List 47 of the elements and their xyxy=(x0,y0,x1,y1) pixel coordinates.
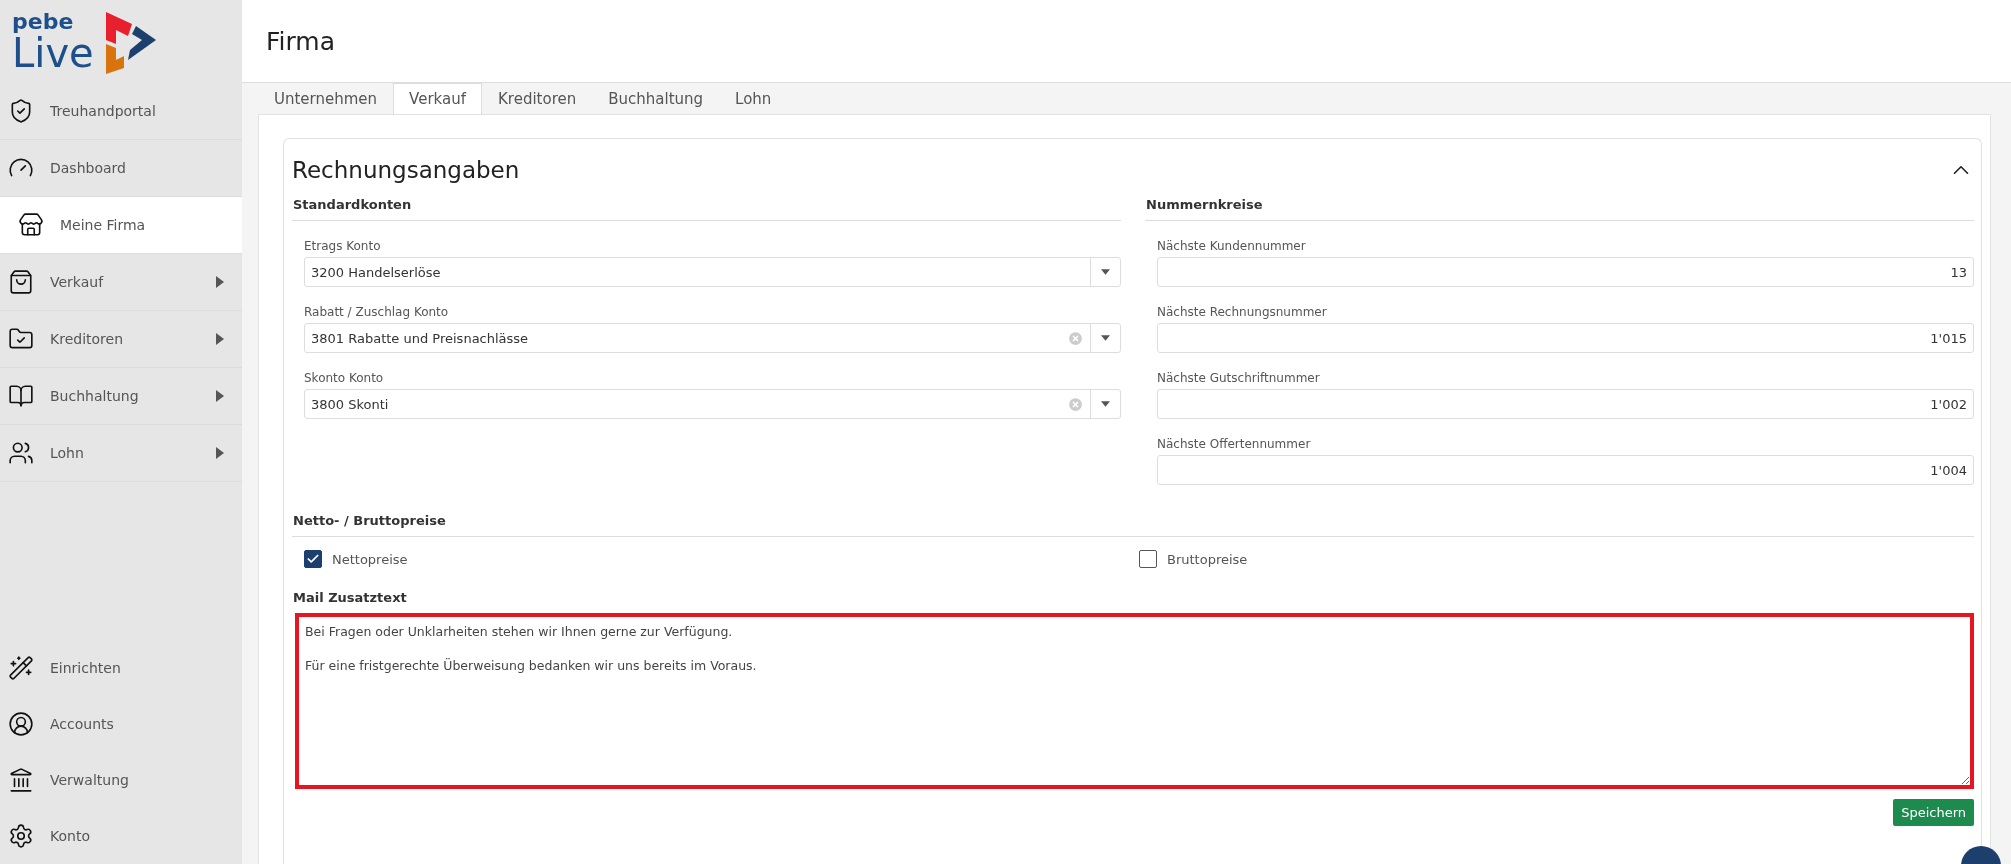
field-label: Skonto Konto xyxy=(304,371,385,385)
tab[interactable]: Lohn xyxy=(719,83,788,114)
field-label: Nächste Kundennummer xyxy=(1157,239,1307,253)
field-label: Nächste Rechnungsnummer xyxy=(1157,305,1328,319)
tab[interactable]: Unternehmen xyxy=(258,83,394,114)
section-title: Netto- / Bruttopreise xyxy=(292,507,1974,537)
page-title: Firma xyxy=(266,26,336,56)
input-field[interactable]: 1'015 xyxy=(1157,323,1974,353)
input-field[interactable]: 13 xyxy=(1157,257,1974,287)
select-field[interactable]: 3200 Handelserlöse xyxy=(304,257,1121,287)
logo-wordmark: Live xyxy=(12,32,94,73)
sidebar-item[interactable]: Konto xyxy=(0,808,242,864)
bank-building-icon xyxy=(8,767,34,793)
book-icon xyxy=(8,383,34,409)
field-label: Rabatt / Zuschlag Konto xyxy=(304,305,450,319)
section-title: Nummernkreise xyxy=(1145,191,1974,221)
bag-check-icon xyxy=(8,269,34,295)
select-field[interactable]: 3800 Skonti xyxy=(304,389,1121,419)
select-field[interactable]: 3801 Rabatte und Preisnachlässe xyxy=(304,323,1121,353)
field-label: Nächste Gutschriftnummer xyxy=(1157,371,1321,385)
save-button[interactable]: Speichern xyxy=(1893,799,1974,826)
section-title: Standardkonten xyxy=(292,191,1121,221)
input-field[interactable]: 1'004 xyxy=(1157,455,1974,485)
text-area[interactable]: Bei Fragen oder Unklarheiten stehen wir Ihnen gerne zur Verfügung. Für eine fristgerechte Überweisung bedanken wir uns bereits im Voraus. xyxy=(295,613,1974,789)
logo-wordmark: pebe xyxy=(12,10,75,33)
tab[interactable]: Verkauf xyxy=(393,83,482,114)
checkbox[interactable] xyxy=(304,550,322,568)
sidebar-item[interactable]: Accounts xyxy=(0,696,242,752)
sidebar-item[interactable]: Verwaltung xyxy=(0,752,242,808)
store-icon xyxy=(18,212,44,238)
tab[interactable]: Kreditoren xyxy=(482,83,593,114)
settings-icon xyxy=(8,823,34,849)
section-title: Mail Zusatztext xyxy=(292,589,408,605)
checkbox-label: Nettopreise xyxy=(332,551,408,567)
field-label: Nächste Offertennummer xyxy=(1157,437,1312,451)
sidebar-item[interactable]: Einrichten xyxy=(0,640,242,696)
sidebar-item[interactable]: Meine Firma xyxy=(0,197,242,254)
tab[interactable]: Buchhaltung xyxy=(592,83,720,114)
checkbox-label: Bruttopreise xyxy=(1167,551,1248,567)
magic-wand-icon xyxy=(8,655,34,681)
user-circle-icon xyxy=(8,711,34,737)
checkbox[interactable] xyxy=(1139,550,1157,568)
check-icon xyxy=(306,552,320,566)
field-label: Etrags Konto xyxy=(304,239,382,253)
card-title: Rechnungsangaben xyxy=(292,157,520,183)
users-icon xyxy=(8,440,34,466)
input-field[interactable]: 1'002 xyxy=(1157,389,1974,419)
